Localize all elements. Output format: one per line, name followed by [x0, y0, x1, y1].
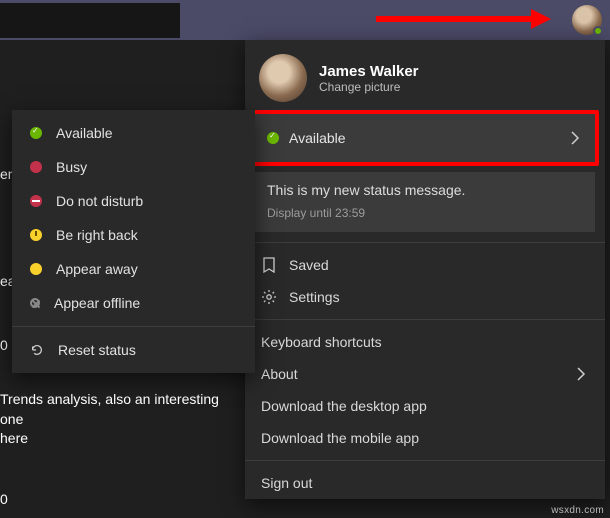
status-display-until: Display until 23:59	[267, 206, 583, 220]
watermark: wsxdn.com	[551, 505, 604, 516]
presence-away-icon	[30, 263, 42, 275]
status-option-reset[interactable]: Reset status	[12, 333, 255, 367]
bookmark-icon	[261, 257, 277, 273]
separator	[245, 319, 605, 320]
chevron-right-icon	[573, 366, 589, 382]
status-option-available[interactable]: Available	[12, 116, 255, 150]
bg-text: 0	[0, 490, 240, 510]
bg-text: Trends analysis, also an interesting one…	[0, 390, 240, 449]
status-label: Available	[289, 130, 557, 146]
profile-menu: James Walker Change picture Available Th…	[245, 40, 605, 499]
status-message-box[interactable]: This is my new status message. Display u…	[255, 172, 595, 232]
change-picture-link[interactable]: Change picture	[319, 80, 419, 94]
presence-available-icon	[267, 132, 279, 144]
status-option-dnd[interactable]: Do not disturb	[12, 184, 255, 218]
chevron-right-icon	[567, 130, 583, 146]
separator	[245, 460, 605, 461]
presence-brb-icon	[30, 229, 42, 241]
search-input[interactable]	[0, 3, 180, 38]
menu-settings[interactable]: Settings	[245, 281, 605, 313]
profile-header: James Walker Change picture	[245, 40, 605, 110]
status-submenu: Available Busy Do not disturb Be right b…	[12, 110, 255, 373]
menu-keyboard-shortcuts[interactable]: Keyboard shortcuts	[245, 326, 605, 358]
status-row[interactable]: Available	[255, 114, 595, 162]
avatar[interactable]	[259, 54, 307, 102]
arrow-annotation	[376, 8, 551, 30]
menu-saved[interactable]: Saved	[245, 249, 605, 281]
menu-about[interactable]: About	[245, 358, 605, 390]
separator	[12, 326, 255, 327]
separator	[245, 242, 605, 243]
status-option-busy[interactable]: Busy	[12, 150, 255, 184]
presence-busy-icon	[30, 161, 42, 173]
user-name: James Walker	[319, 63, 419, 80]
menu-download-desktop[interactable]: Download the desktop app	[245, 390, 605, 422]
menu-signout[interactable]: Sign out	[245, 467, 605, 499]
presence-dnd-icon	[30, 195, 42, 207]
menu-download-mobile[interactable]: Download the mobile app	[245, 422, 605, 454]
presence-indicator-icon	[593, 26, 603, 36]
reset-icon	[30, 343, 44, 357]
presence-offline-icon	[30, 298, 40, 308]
status-option-offline[interactable]: Appear offline	[12, 286, 255, 320]
presence-available-icon	[30, 127, 42, 139]
highlight-annotation: Available	[251, 110, 599, 166]
app-topbar	[0, 0, 610, 40]
gear-icon	[261, 289, 277, 305]
status-option-brb[interactable]: Be right back	[12, 218, 255, 252]
status-message: This is my new status message.	[267, 182, 583, 198]
status-option-away[interactable]: Appear away	[12, 252, 255, 286]
